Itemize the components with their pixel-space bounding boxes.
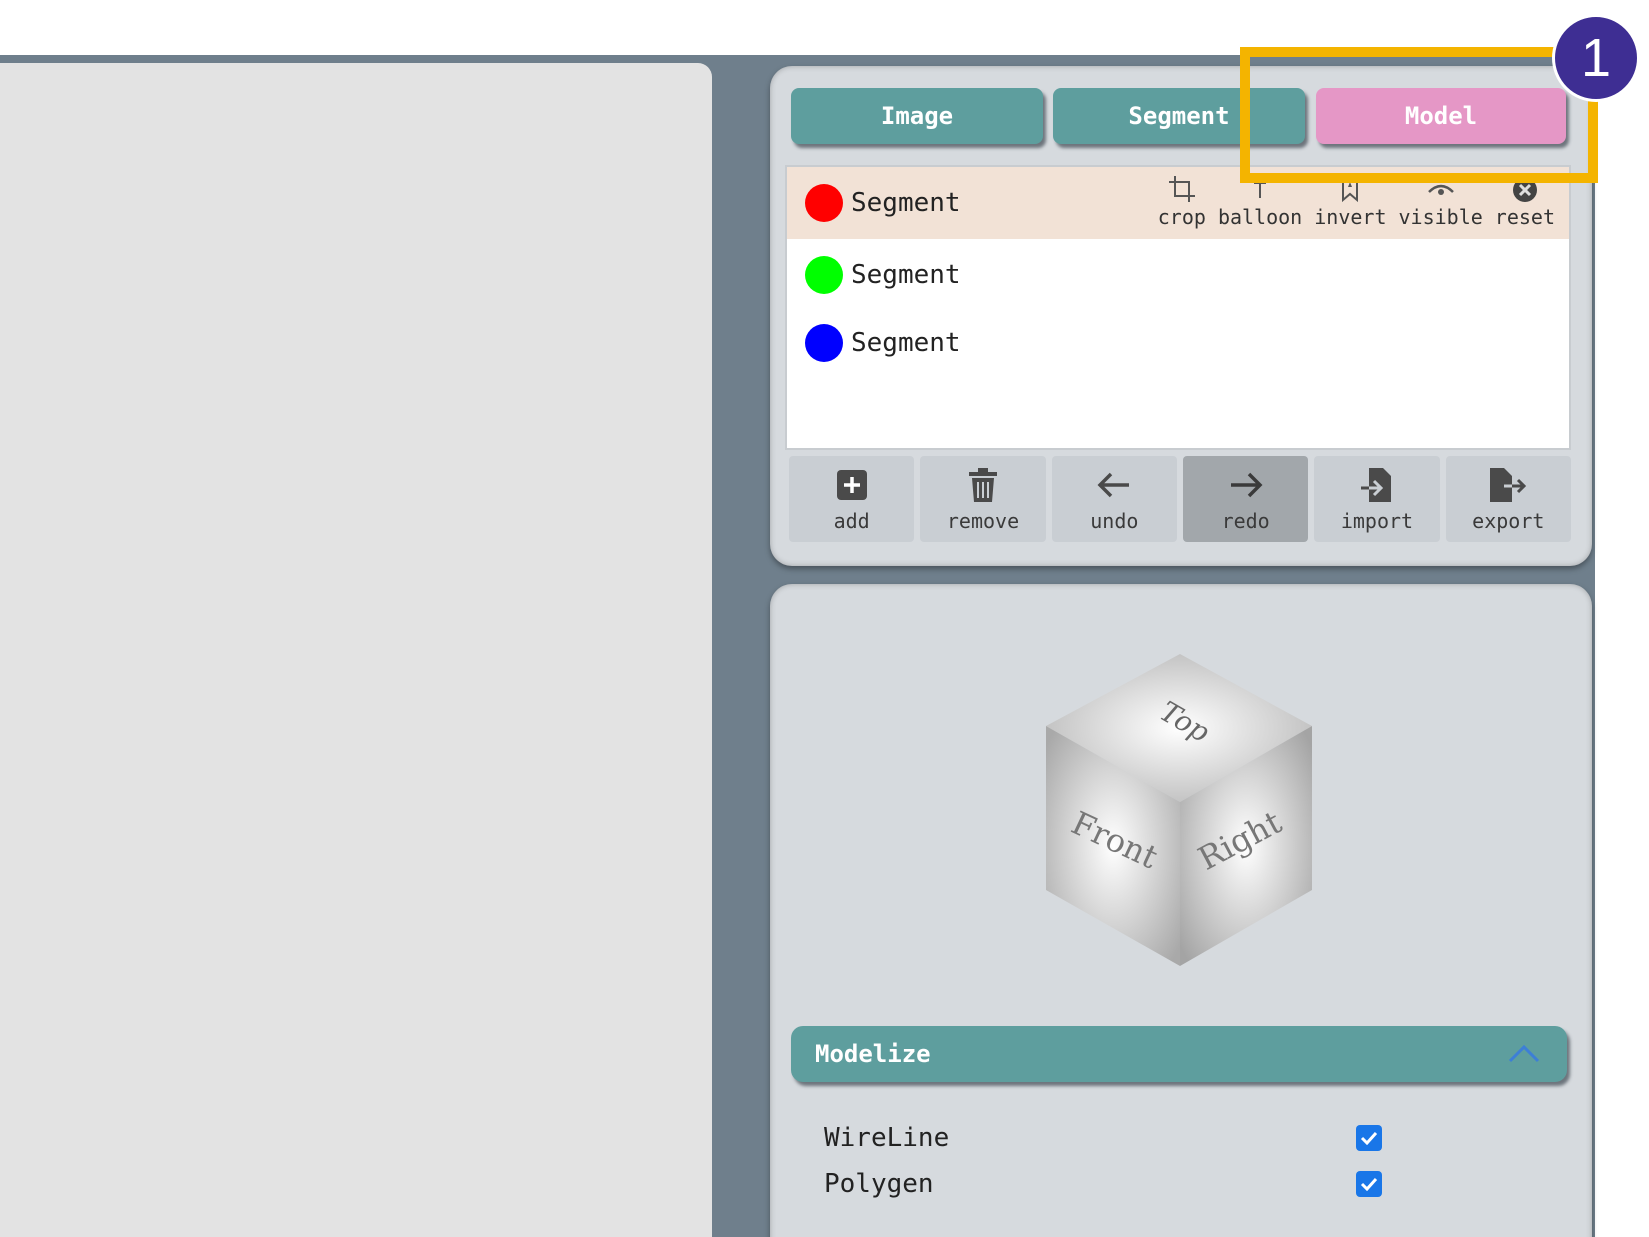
invert-label: invert bbox=[1314, 205, 1387, 229]
reset-label: reset bbox=[1494, 205, 1555, 229]
add-button[interactable]: add bbox=[789, 456, 915, 542]
segment-list: Segment crop balloon invert visible rese… bbox=[785, 165, 1571, 450]
segment-color-dot bbox=[805, 256, 843, 294]
segment-label: Segment bbox=[851, 260, 961, 290]
modelize-section-header[interactable]: Modelize bbox=[791, 1026, 1567, 1082]
add-label: add bbox=[833, 509, 870, 533]
step-badge: 1 bbox=[1552, 14, 1640, 102]
chevron-up-icon[interactable] bbox=[1507, 1042, 1541, 1070]
option-wireline: WireLine bbox=[824, 1118, 1384, 1158]
import-label: import bbox=[1340, 509, 1414, 533]
wireline-checkbox[interactable] bbox=[1356, 1125, 1382, 1151]
window-edge bbox=[1596, 55, 1649, 1237]
export-label: export bbox=[1472, 509, 1545, 533]
segment-label: Segment bbox=[851, 328, 961, 358]
crop-icon bbox=[1164, 171, 1200, 207]
polygen-checkbox[interactable] bbox=[1356, 1171, 1382, 1197]
tab-image[interactable]: Image bbox=[791, 88, 1043, 144]
redo-button[interactable]: redo bbox=[1182, 456, 1309, 542]
crop-label: crop bbox=[1157, 205, 1206, 229]
plus-square-icon bbox=[835, 465, 869, 505]
remove-button[interactable]: remove bbox=[920, 456, 1046, 542]
export-button[interactable]: export bbox=[1445, 456, 1571, 542]
option-polygen: Polygen bbox=[824, 1164, 1384, 1204]
undo-label: undo bbox=[1090, 509, 1139, 533]
visible-label: visible bbox=[1398, 205, 1483, 229]
trash-icon bbox=[966, 465, 1000, 505]
arrow-right-icon bbox=[1227, 465, 1265, 505]
view-cube[interactable]: Top Front Right bbox=[1040, 650, 1320, 970]
segment-label: Segment bbox=[851, 188, 961, 218]
file-import-icon bbox=[1359, 465, 1395, 505]
arrow-left-icon bbox=[1095, 465, 1133, 505]
crop-button[interactable]: crop bbox=[1158, 171, 1206, 229]
remove-label: remove bbox=[946, 509, 1020, 533]
list-item[interactable]: Segment bbox=[787, 239, 1569, 311]
import-button[interactable]: import bbox=[1314, 456, 1440, 542]
list-item[interactable]: Segment bbox=[787, 307, 1569, 379]
segment-color-dot bbox=[805, 324, 843, 362]
section-title: Modelize bbox=[815, 1040, 931, 1068]
undo-button[interactable]: undo bbox=[1051, 456, 1177, 542]
highlight-box bbox=[1240, 47, 1598, 183]
file-export-icon bbox=[1488, 465, 1528, 505]
wireline-label: WireLine bbox=[824, 1123, 950, 1153]
viewer-canvas[interactable] bbox=[0, 63, 712, 1237]
balloon-label: balloon bbox=[1217, 205, 1303, 229]
polygen-label: Polygen bbox=[824, 1169, 934, 1199]
segment-toolbar: add remove undo redo import export bbox=[789, 456, 1571, 542]
redo-label: redo bbox=[1221, 509, 1270, 533]
segment-color-dot bbox=[805, 184, 843, 222]
